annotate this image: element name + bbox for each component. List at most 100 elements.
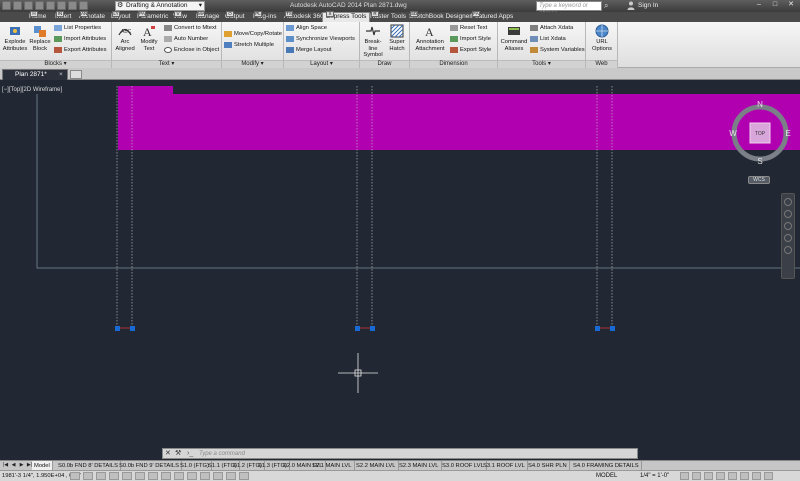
attach-xdata-button[interactable]: Attach Xdata [530,24,573,32]
clean-screen-icon[interactable] [764,472,773,480]
export-style-button[interactable]: Export Style [450,46,491,54]
grid-display-icon[interactable] [96,472,106,480]
search-input[interactable]: Type a keyword or phrase [536,1,602,17]
annotation-visibility-icon[interactable] [680,472,689,480]
close-icon[interactable]: × [59,70,63,80]
close-icon[interactable]: ✕ [784,0,798,10]
list-properties-button[interactable]: List Properties [54,24,101,32]
ortho-mode-icon[interactable] [109,472,119,480]
explode-attributes-button[interactable]: Explode Attributes [2,24,28,52]
reset-text-button[interactable]: Reset Text [450,24,487,32]
blocks-panel-title[interactable]: Blocks ▾ [0,60,111,68]
stretch-multiple-button[interactable]: Stretch Multiple [224,41,274,49]
maximize-icon[interactable]: □ [768,0,782,10]
new-icon[interactable] [13,1,22,10]
viewcube-west[interactable]: W [729,129,737,138]
merge-layout-button[interactable]: Merge Layout [286,46,331,54]
export-attributes-button[interactable]: Export Attributes [54,46,107,54]
quick-properties-icon[interactable] [226,472,236,480]
isolate-objects-icon[interactable] [740,472,749,480]
close-icon[interactable]: ✕ [165,449,171,459]
previous-tab-icon[interactable]: ◀ [10,462,17,469]
layout-panel-title[interactable]: Layout ▾ [284,60,359,68]
showmotion-icon[interactable] [784,246,792,254]
model-space-toggle[interactable]: MODEL [596,471,617,481]
annotation-scale[interactable]: 1/4" = 1'-0" [640,471,669,481]
toolbar-lock-icon[interactable] [716,472,725,480]
auto-number-button[interactable]: Auto Number [164,35,208,43]
wrench-icon[interactable]: ⚒ [175,449,181,459]
align-space-button[interactable]: Align Space [286,24,327,32]
orbit-icon[interactable] [784,234,792,242]
arc-aligned-button[interactable]: ABC Arc Aligned [114,24,136,52]
zoom-icon[interactable] [784,222,792,230]
object-snap-icon[interactable] [135,472,145,480]
text-panel-title[interactable]: Text ▾ [112,60,221,68]
viewcube[interactable]: TOP N S W E [727,100,793,166]
enclose-in-object-button[interactable]: Enclose in Object [164,46,219,54]
modify-text-button[interactable]: A Modify Text [138,24,160,52]
super-hatch-button[interactable]: Super Hatch [386,24,408,52]
search-icon[interactable]: ⌕ [604,1,608,11]
next-tab-icon[interactable]: ▶ [18,462,25,469]
application-menu-icon[interactable] [2,1,11,10]
synchronize-viewports-button[interactable]: Synchronize Viewports [286,35,355,43]
lineweight-icon[interactable] [200,472,210,480]
command-aliases-button[interactable]: Command Aliases [500,24,528,52]
workspace-switching-icon[interactable] [704,472,713,480]
system-variables-button[interactable]: System Variables [530,46,585,54]
viewcube-south[interactable]: S [757,157,762,166]
selection-cycling-icon[interactable] [239,472,249,480]
redo-icon[interactable] [79,1,88,10]
move-copy-rotate-button[interactable]: Move/Copy/Rotate [224,30,282,38]
url-options-button[interactable]: URL Options [588,24,616,52]
steering-wheel-icon[interactable] [784,198,792,206]
customization-icon[interactable] [752,472,761,480]
export-attributes-label: Export Attributes [64,47,107,53]
align-space-label: Align Space [296,25,327,31]
dynamic-ucs-icon[interactable] [174,472,184,480]
first-tab-icon[interactable]: |◀ [2,462,9,469]
viewcube-north[interactable]: N [757,100,763,109]
3d-object-snap-icon[interactable] [148,472,158,480]
sign-in-button[interactable]: Sign In [638,2,658,9]
polar-tracking-icon[interactable] [122,472,132,480]
drawing-area[interactable]: [−][Top][2D Wireframe] TOP N S W E WCS [0,80,800,448]
save-icon[interactable] [35,1,44,10]
plot-icon[interactable] [57,1,66,10]
break-line-symbol-button[interactable]: Break-line Symbol [361,24,385,59]
replace-block-button[interactable]: Replace Block [29,24,51,52]
snap-mode-icon[interactable] [83,472,93,480]
drawing-canvas[interactable] [0,80,800,448]
file-tab[interactable]: Plan 2871* × [2,69,68,80]
tools-panel-title-label: Tools [532,61,547,67]
selection-grips[interactable] [115,326,615,331]
dimension-panel: A Annotation Attachment Reset Text Impor… [410,22,498,68]
workspace-select[interactable]: ⚙ Drafting & Annotation ▾ [115,1,205,11]
convert-to-mtext-button[interactable]: Convert to Mtext [164,24,217,32]
list-xdata-button[interactable]: List Xdata [530,35,566,43]
auto-scale-icon[interactable] [692,472,701,480]
coordinates-readout[interactable]: 1981'-3 1/4", 1.950E+04 , 0'-0" [2,471,81,481]
object-snap-tracking-icon[interactable] [161,472,171,480]
modify-panel-title[interactable]: Modify ▾ [222,60,283,68]
save-as-icon[interactable] [46,1,55,10]
command-input[interactable]: Type a command [199,450,619,458]
wcs-menu-button[interactable]: WCS [748,176,770,184]
annotation-attachment-button[interactable]: A Annotation Attachment [412,24,448,52]
viewport-controls-label[interactable]: [−][Top][2D Wireframe] [2,87,62,93]
window-title: Autodesk AutoCAD 2014 Plan 2871.dwg [290,2,407,9]
infer-constraints-icon[interactable] [70,472,80,480]
import-attributes-button[interactable]: Import Attributes [54,35,106,43]
transparency-icon[interactable] [213,472,223,480]
undo-icon[interactable] [68,1,77,10]
pan-icon[interactable] [784,210,792,218]
minimize-icon[interactable]: – [752,0,766,10]
import-style-button[interactable]: Import Style [450,35,491,43]
tools-panel-title[interactable]: Tools ▾ [498,60,585,68]
hardware-acceleration-icon[interactable] [728,472,737,480]
viewcube-east[interactable]: E [785,129,790,138]
new-tab-button[interactable] [70,70,82,79]
open-icon[interactable] [24,1,33,10]
dynamic-input-icon[interactable] [187,472,197,480]
